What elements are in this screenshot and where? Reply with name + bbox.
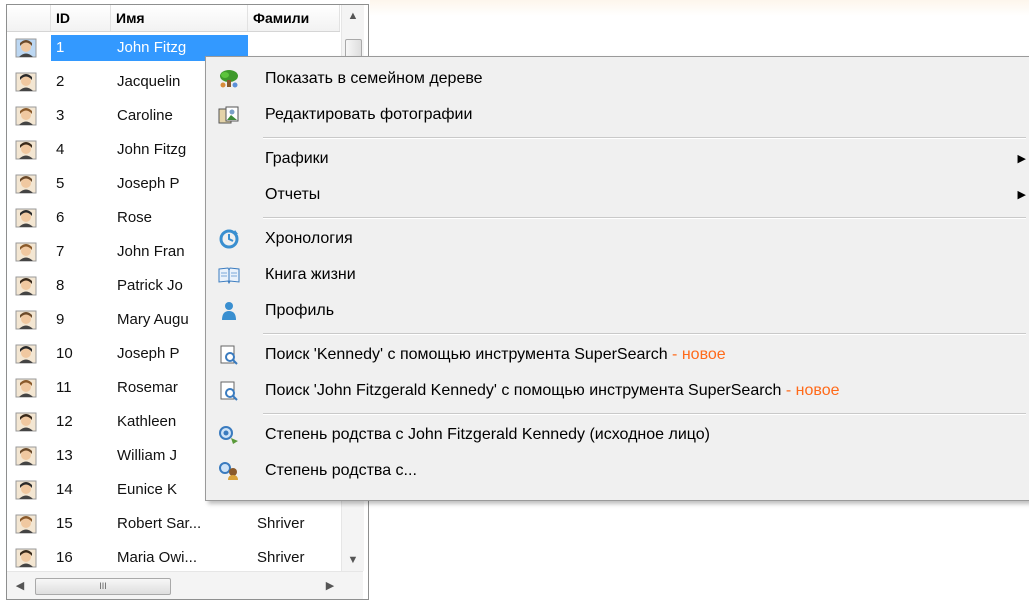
menu-item-supersearch-surname[interactable]: Поиск 'Kennedy' с помощью инструмента Su… <box>208 338 1028 372</box>
relationship-icon <box>218 425 240 445</box>
cell-id: 9 <box>56 311 65 328</box>
person-portrait-icon <box>15 205 39 231</box>
menu-item-text: Поиск 'Kennedy' с помощью инструмента Su… <box>265 346 668 363</box>
menu-item-label: Поиск 'John Fitzgerald Kennedy' с помощь… <box>265 374 840 408</box>
context-menu: Показать в семейном дереве Редактировать… <box>205 56 1029 501</box>
app-window: ID Имя Фамили 1 John Fitzg 2 Jacquelin 3 Caro… <box>0 0 1029 603</box>
cell-id: 5 <box>56 175 65 192</box>
menu-separator <box>263 413 1026 415</box>
person-portrait-icon <box>15 545 39 571</box>
menu-item-label: Степень родства с John Fitzgerald Kenned… <box>265 426 710 443</box>
horizontal-scroll-thumb[interactable]: III <box>35 578 171 595</box>
cell-id: 13 <box>56 447 73 464</box>
table-row[interactable]: 16 Maria Owi... Shriver <box>7 545 340 571</box>
cell-id: 7 <box>56 243 65 260</box>
tree-icon <box>218 69 240 89</box>
cell-id: 15 <box>56 515 73 532</box>
person-portrait-icon <box>15 239 39 265</box>
search-document-icon <box>218 381 240 401</box>
submenu-arrow-icon: ▶ <box>1017 189 1026 201</box>
menu-item-edit-photos[interactable]: Редактировать фотографии <box>208 98 1028 132</box>
person-portrait-icon <box>15 273 39 299</box>
cell-id: 6 <box>56 209 65 226</box>
menu-separator <box>263 333 1026 335</box>
new-badge: - новое <box>781 382 840 399</box>
scroll-right-button[interactable]: ▶ <box>319 572 341 599</box>
person-portrait-icon <box>15 511 39 537</box>
cell-id: 1 <box>51 35 111 61</box>
cell-first-name: Robert Sar... <box>117 515 202 532</box>
scroll-down-button[interactable]: ▼ <box>342 549 364 571</box>
new-badge: - новое <box>667 346 726 363</box>
menu-item-label: Профиль <box>265 302 335 319</box>
person-portrait-icon <box>15 443 39 469</box>
column-header-icon[interactable] <box>7 5 51 31</box>
menu-item-text: Поиск 'John Fitzgerald Kennedy' с помощь… <box>265 382 782 399</box>
person-portrait-icon <box>15 69 39 95</box>
menu-item-label: Отчеты <box>265 186 321 203</box>
menu-item-supersearch-fullname[interactable]: Поиск 'John Fitzgerald Kennedy' с помощь… <box>208 374 1028 408</box>
cell-id: 4 <box>56 141 65 158</box>
menu-item-book-of-life[interactable]: Книга жизни <box>208 258 1028 292</box>
cell-id: 12 <box>56 413 73 430</box>
person-icon <box>218 301 240 321</box>
timeline-icon <box>218 229 240 249</box>
person-portrait-icon <box>15 137 39 163</box>
search-document-icon <box>218 345 240 365</box>
scroll-up-button[interactable]: ▲ <box>342 5 364 27</box>
person-portrait-icon <box>15 341 39 367</box>
menu-item-profile[interactable]: Профиль <box>208 294 1028 328</box>
background-strip <box>370 0 1029 16</box>
cell-id: 11 <box>56 379 72 396</box>
column-header-last-name[interactable]: Фамили <box>248 5 340 31</box>
photos-icon <box>218 105 240 125</box>
column-header-id[interactable]: ID <box>51 5 111 31</box>
person-portrait-icon <box>15 307 39 333</box>
cell-id: 16 <box>56 549 73 566</box>
book-icon <box>218 265 240 285</box>
cell-id: 10 <box>56 345 73 362</box>
cell-first-name: Maria Owi... <box>117 549 198 566</box>
relationship-people-icon <box>218 461 240 481</box>
cell-last-name: Shriver <box>257 515 305 532</box>
person-portrait-icon <box>15 171 39 197</box>
menu-item-label: Степень родства с... <box>265 462 417 479</box>
person-portrait-icon <box>15 103 39 129</box>
menu-item-family-tree[interactable]: Показать в семейном дереве <box>208 62 1028 96</box>
menu-item-label: Графики <box>265 150 329 167</box>
menu-item-label: Показать в семейном дереве <box>265 70 483 87</box>
menu-separator <box>263 137 1026 139</box>
menu-item-relationship-root[interactable]: Степень родства с John Fitzgerald Kenned… <box>208 418 1028 452</box>
scroll-left-button[interactable]: ◀ <box>9 572 31 599</box>
cell-last-name: Shriver <box>257 549 305 566</box>
cell-id: 8 <box>56 277 65 294</box>
menu-item-reports[interactable]: Отчеты ▶ <box>208 178 1028 212</box>
person-portrait-icon <box>15 409 39 435</box>
menu-item-label: Поиск 'Kennedy' с помощью инструмента Su… <box>265 338 726 372</box>
submenu-arrow-icon: ▶ <box>1017 153 1026 165</box>
column-header-first-name[interactable]: Имя <box>111 5 248 31</box>
menu-item-label: Книга жизни <box>265 266 356 283</box>
table-header: ID Имя Фамили <box>7 5 340 32</box>
menu-separator <box>263 217 1026 219</box>
menu-item-label: Редактировать фотографии <box>265 106 473 123</box>
person-portrait-icon <box>15 477 39 503</box>
table-row[interactable]: 15 Robert Sar... Shriver <box>7 511 340 537</box>
menu-item-relationship-with[interactable]: Степень родства с... <box>208 454 1028 488</box>
menu-item-label: Хронология <box>265 230 353 247</box>
person-portrait-icon <box>15 35 39 61</box>
menu-item-charts[interactable]: Графики ▶ <box>208 142 1028 176</box>
cell-id: 14 <box>56 481 73 498</box>
person-portrait-icon <box>15 375 39 401</box>
cell-id: 3 <box>56 107 65 124</box>
cell-id: 2 <box>56 73 65 90</box>
menu-item-timeline[interactable]: Хронология <box>208 222 1028 256</box>
horizontal-scrollbar[interactable]: ◀ III ▶ <box>7 571 363 599</box>
